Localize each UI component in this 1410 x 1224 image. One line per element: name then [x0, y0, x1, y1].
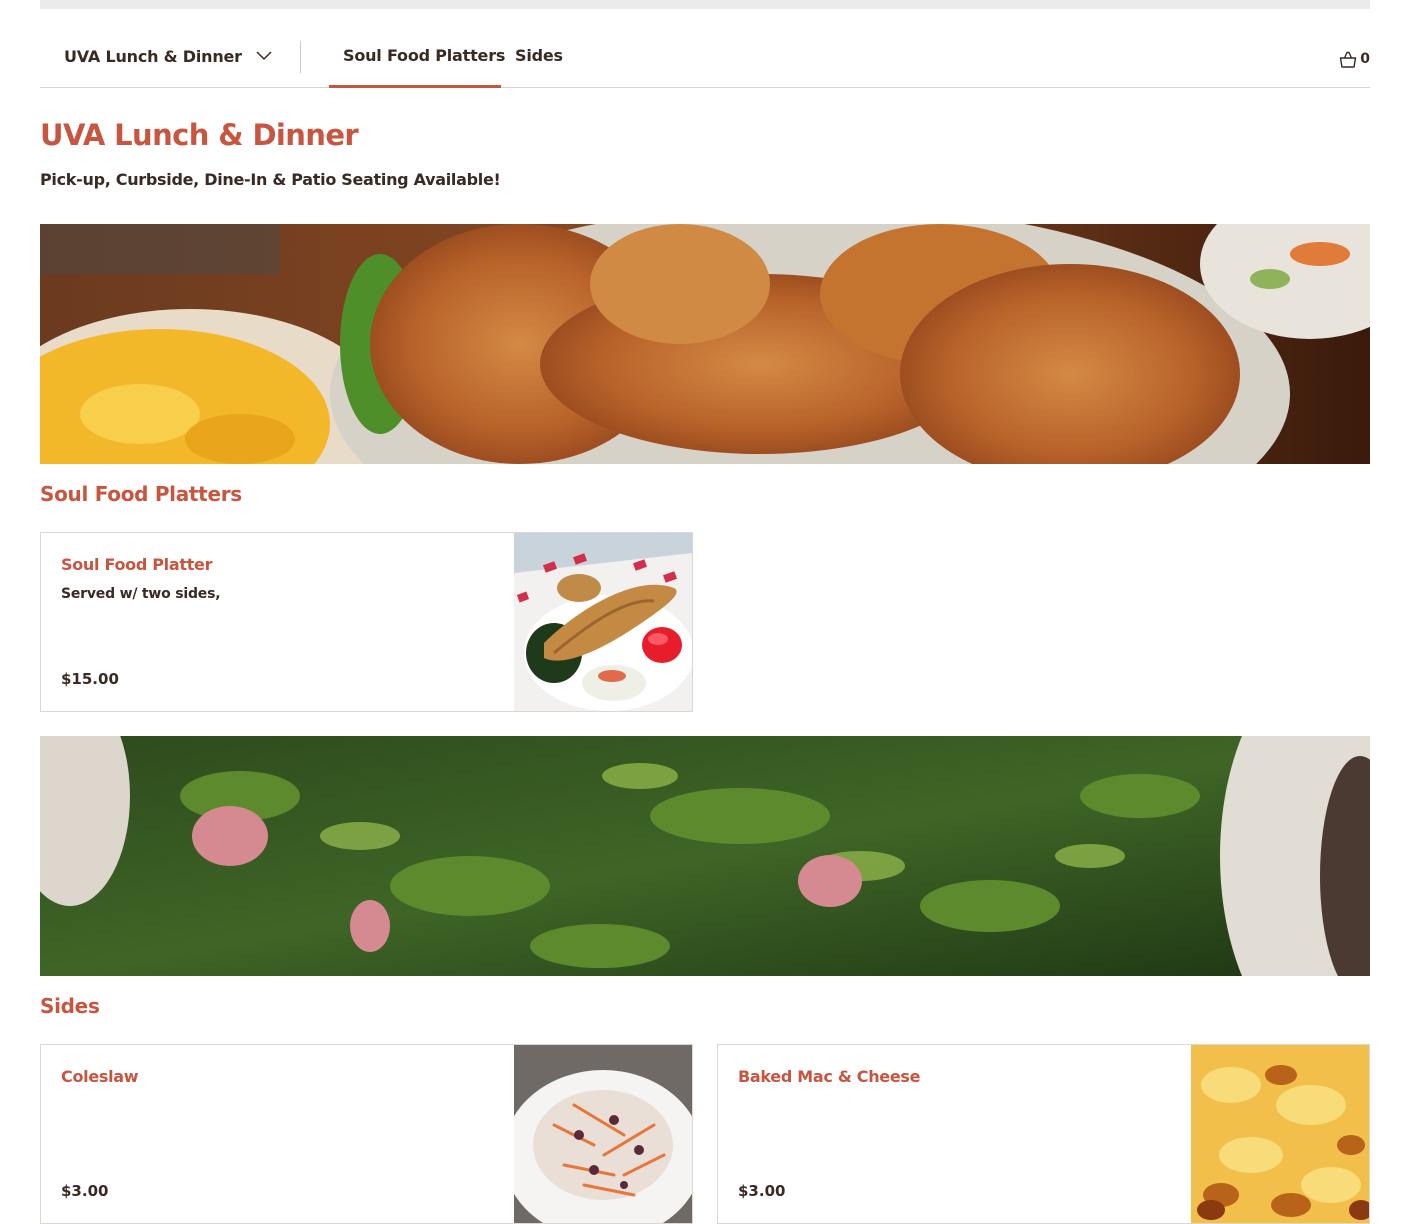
tab-sides[interactable]: Sides [501, 25, 571, 87]
menu-item-card[interactable]: Soul Food Platter Served w/ two sides, $… [40, 532, 693, 712]
sides-banner-image [40, 736, 1370, 976]
tab-label: Sides [515, 46, 563, 65]
menu-item-description: Served w/ two sides, [61, 586, 221, 602]
menu-item-price: $15.00 [61, 670, 119, 688]
nav-divider [300, 41, 301, 73]
menu-item-card[interactable]: Baked Mac & Cheese $3.00 [717, 1044, 1370, 1224]
menu-navigation: UVA Lunch & Dinner Soul Food Platters Si… [40, 25, 1370, 88]
tab-soul-food-platters[interactable]: Soul Food Platters [329, 25, 505, 88]
menu-item-price: $3.00 [738, 1182, 786, 1200]
section-title-sides: Sides [40, 994, 100, 1018]
soul-food-banner-image [40, 224, 1370, 464]
cart-button[interactable]: 0 [1339, 48, 1370, 70]
menu-item-image [514, 533, 692, 711]
menu-item-name: Baked Mac & Cheese [738, 1067, 921, 1086]
menu-item-card[interactable]: Coleslaw $3.00 [40, 1044, 693, 1224]
menu-item-image [1191, 1045, 1369, 1223]
shopping-basket-icon [1340, 51, 1357, 68]
section-title-soul-food-platters: Soul Food Platters [40, 482, 242, 506]
menu-selector-label: UVA Lunch & Dinner [64, 47, 242, 66]
chevron-down-icon [256, 51, 272, 61]
menu-item-price: $3.00 [61, 1182, 109, 1200]
page-title: UVA Lunch & Dinner [40, 118, 359, 152]
tab-label: Soul Food Platters [343, 46, 506, 65]
page-subtitle: Pick-up, Curbside, Dine-In & Patio Seati… [40, 170, 501, 189]
menu-item-name: Soul Food Platter [61, 555, 213, 574]
menu-item-name: Coleslaw [61, 1067, 139, 1086]
top-bar [40, 0, 1370, 9]
menu-item-image [514, 1045, 692, 1223]
cart-count: 0 [1360, 51, 1370, 67]
menu-selector-dropdown[interactable]: UVA Lunch & Dinner [40, 25, 300, 87]
